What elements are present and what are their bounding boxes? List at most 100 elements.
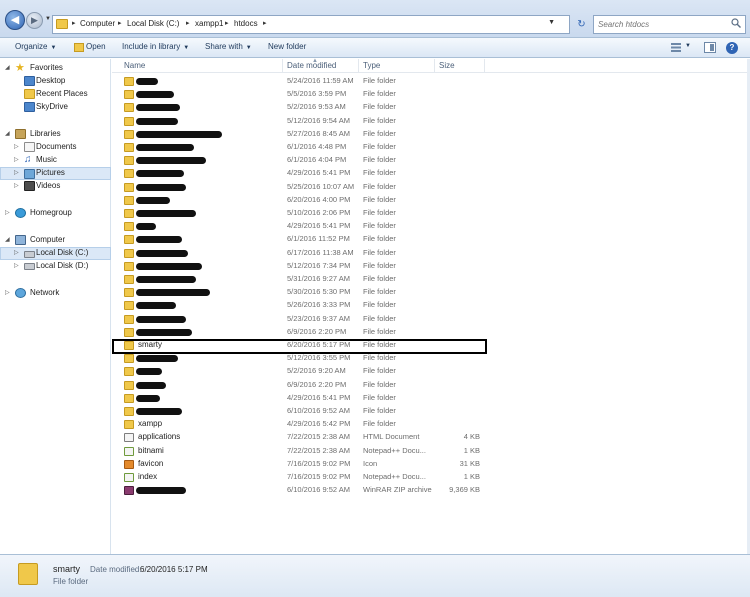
column-name[interactable]: Name bbox=[124, 61, 145, 73]
help-icon[interactable]: ? bbox=[726, 42, 738, 54]
chevron-right-icon[interactable]: ▸ bbox=[72, 19, 76, 27]
expand-icon[interactable]: ▷ bbox=[14, 249, 19, 256]
file-row[interactable]: favicon 7/16/2015 9:02 PM Icon 31 KB bbox=[112, 458, 750, 471]
redaction-scribble bbox=[136, 196, 170, 204]
file-row[interactable]: 5/23/2016 9:37 AM File folder bbox=[112, 313, 750, 326]
file-row[interactable]: 5/30/2016 5:30 PM File folder bbox=[112, 286, 750, 299]
file-type: File folder bbox=[363, 287, 396, 297]
redaction-scribble bbox=[136, 302, 176, 310]
file-row[interactable]: 6/1/2016 11:52 PM File folder bbox=[112, 233, 750, 246]
file-row[interactable]: 5/10/2016 2:06 PM File folder bbox=[112, 207, 750, 220]
expand-icon[interactable]: ▷ bbox=[14, 169, 19, 176]
breadcrumb-local-disk-c[interactable]: Local Disk (C:) bbox=[127, 19, 179, 28]
expand-icon[interactable]: ▷ bbox=[5, 289, 10, 296]
back-button[interactable]: ◀ bbox=[5, 10, 25, 30]
expand-icon[interactable]: ▷ bbox=[5, 209, 10, 216]
share-with-button[interactable]: Share with ▼ bbox=[205, 42, 252, 51]
file-date-modified: 4/29/2016 5:41 PM bbox=[287, 392, 351, 402]
file-row[interactable]: 5/2/2016 9:20 AM File folder bbox=[112, 365, 750, 378]
nav-homegroup[interactable]: ▷ Homegroup bbox=[0, 207, 111, 220]
file-row[interactable]: 5/12/2016 9:54 AM File folder bbox=[112, 115, 750, 128]
column-divider[interactable] bbox=[282, 59, 283, 73]
file-row[interactable]: 6/10/2016 9:52 AM File folder bbox=[112, 405, 750, 418]
folder-icon bbox=[124, 407, 134, 416]
views-dropdown-icon[interactable]: ▼ bbox=[685, 43, 691, 49]
column-divider[interactable] bbox=[484, 59, 485, 73]
new-folder-button[interactable]: New folder bbox=[268, 42, 306, 51]
breadcrumb-xampp1[interactable]: xampp1 bbox=[195, 19, 223, 28]
expand-icon[interactable]: ▷ bbox=[14, 143, 19, 150]
file-row[interactable]: 5/31/2016 9:27 AM File folder bbox=[112, 273, 750, 286]
file-row[interactable]: 5/12/2016 3:55 PM File folder bbox=[112, 352, 750, 365]
folder-icon bbox=[124, 301, 134, 311]
file-row[interactable]: 6/9/2016 2:20 PM File folder bbox=[112, 326, 750, 339]
nav-favorites[interactable]: ◢ ★ Favorites bbox=[0, 62, 111, 75]
chevron-right-icon[interactable]: ▸ bbox=[186, 19, 190, 27]
file-row[interactable]: 5/12/2016 7:34 PM File folder bbox=[112, 260, 750, 273]
search-input[interactable] bbox=[598, 18, 728, 31]
file-row[interactable]: 4/29/2016 5:41 PM File folder bbox=[112, 392, 750, 405]
collapse-icon[interactable]: ◢ bbox=[5, 64, 10, 71]
file-row[interactable]: 5/2/2016 9:53 AM File folder bbox=[112, 101, 750, 114]
organize-button[interactable]: Organize ▼ bbox=[15, 42, 56, 51]
file-row[interactable]: 6/20/2016 4:00 PM File folder bbox=[112, 194, 750, 207]
nav-videos[interactable]: ▷ Videos bbox=[0, 180, 111, 193]
collapse-icon[interactable]: ◢ bbox=[5, 130, 10, 137]
file-row[interactable]: 5/25/2016 10:07 AM File folder bbox=[112, 181, 750, 194]
column-divider[interactable] bbox=[434, 59, 435, 73]
file-row[interactable]: 5/24/2016 11:59 AM File folder bbox=[112, 75, 750, 88]
nav-network[interactable]: ▷ Network bbox=[0, 287, 111, 300]
chevron-right-icon[interactable]: ▸ bbox=[118, 19, 122, 27]
column-divider[interactable] bbox=[358, 59, 359, 73]
file-row[interactable]: 5/27/2016 8:45 AM File folder bbox=[112, 128, 750, 141]
address-dropdown-icon[interactable]: ▼ bbox=[548, 19, 555, 26]
file-row[interactable]: 6/17/2016 11:38 AM File folder bbox=[112, 247, 750, 260]
refresh-icon[interactable]: ↻ bbox=[573, 17, 590, 32]
recent-places-icon bbox=[24, 89, 35, 99]
path-box[interactable]: ▸ Computer ▸ Local Disk (C:) ▸ xampp1 ▸ … bbox=[52, 15, 570, 34]
file-row[interactable]: bitnami 7/22/2015 2:38 AM Notepad++ Docu..… bbox=[112, 445, 750, 458]
expand-icon[interactable]: ▷ bbox=[14, 182, 19, 189]
disk-icon bbox=[24, 263, 35, 270]
nav-music[interactable]: ▷ ♫ Music bbox=[0, 154, 111, 167]
nav-local-disk-d[interactable]: ▷ Local Disk (D:) bbox=[0, 260, 111, 273]
file-row[interactable]: 4/29/2016 5:41 PM File folder bbox=[112, 220, 750, 233]
file-row[interactable]: 6/1/2016 4:04 PM File folder bbox=[112, 154, 750, 167]
file-row[interactable]: 6/10/2016 9:52 AM WinRAR ZIP archive 9,369… bbox=[112, 484, 750, 497]
chevron-right-icon[interactable]: ▸ bbox=[263, 19, 267, 27]
file-date-modified: 7/22/2015 2:38 AM bbox=[287, 445, 350, 455]
column-type[interactable]: Type bbox=[363, 61, 380, 73]
nav-recent-places[interactable]: Recent Places bbox=[0, 88, 111, 101]
open-button[interactable]: Open bbox=[86, 42, 106, 51]
file-row[interactable]: 4/29/2016 5:41 PM File folder bbox=[112, 167, 750, 180]
file-row[interactable]: 6/9/2016 2:20 PM File folder bbox=[112, 379, 750, 392]
preview-pane-icon[interactable] bbox=[704, 42, 716, 53]
file-row[interactable]: smarty 6/20/2016 5:17 PM File folder bbox=[112, 339, 750, 352]
views-icon[interactable] bbox=[670, 42, 682, 53]
nav-computer[interactable]: ◢ Computer bbox=[0, 234, 111, 247]
file-row[interactable]: 5/26/2016 3:33 PM File folder bbox=[112, 299, 750, 312]
collapse-icon[interactable]: ◢ bbox=[5, 236, 10, 243]
nav-documents[interactable]: ▷ Documents bbox=[0, 141, 111, 154]
nav-pictures[interactable]: ▷ Pictures bbox=[0, 167, 111, 180]
nav-local-disk-c[interactable]: ▷ Local Disk (C:) bbox=[0, 247, 111, 260]
nav-desktop[interactable]: Desktop bbox=[0, 75, 111, 88]
search-icon[interactable] bbox=[731, 18, 741, 28]
chevron-right-icon[interactable]: ▸ bbox=[225, 19, 229, 27]
nav-skydrive[interactable]: SkyDrive bbox=[0, 101, 111, 114]
breadcrumb-computer[interactable]: Computer bbox=[80, 19, 115, 28]
expand-icon[interactable]: ▷ bbox=[14, 262, 19, 269]
forward-button[interactable]: ▶ bbox=[26, 12, 43, 29]
file-row[interactable]: 5/5/2016 3:59 PM File folder bbox=[112, 88, 750, 101]
file-row[interactable]: xampp 4/29/2016 5:42 PM File folder bbox=[112, 418, 750, 431]
include-in-library-button[interactable]: Include in library ▼ bbox=[122, 42, 189, 51]
file-row[interactable]: 6/1/2016 4:48 PM File folder bbox=[112, 141, 750, 154]
nav-libraries[interactable]: ◢ Libraries bbox=[0, 128, 111, 141]
recent-pages-dropdown-icon[interactable]: ▼ bbox=[45, 16, 51, 22]
file-row[interactable]: index 7/16/2015 9:02 PM Notepad++ Docu... 1… bbox=[112, 471, 750, 484]
expand-icon[interactable]: ▷ bbox=[14, 156, 19, 163]
column-date-modified[interactable]: Date modified bbox=[287, 61, 336, 73]
file-row[interactable]: applications 7/22/2015 2:38 AM HTML Docume… bbox=[112, 431, 750, 444]
breadcrumb-htdocs[interactable]: htdocs bbox=[234, 19, 258, 28]
column-size[interactable]: Size bbox=[439, 61, 455, 73]
